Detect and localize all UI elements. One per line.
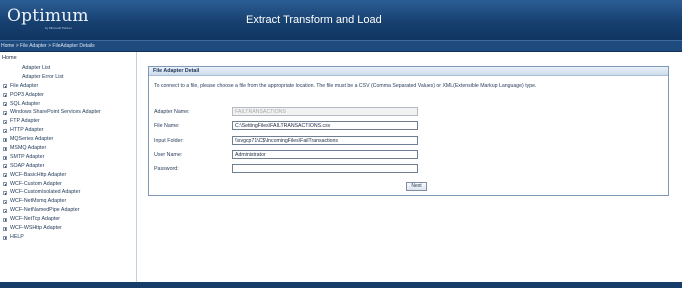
adapter-name-field	[232, 107, 418, 116]
expand-plus-icon[interactable]	[3, 191, 7, 196]
expand-plus-icon[interactable]	[3, 208, 7, 213]
sidebar-item-label: WCF-BasicHttp Adapter	[10, 171, 67, 178]
tree-list: Adapter List Adapter Error List File Adapt…	[0, 64, 137, 242]
sidebar-item[interactable]: FTP Adapter	[0, 117, 137, 126]
expand-plus-icon[interactable]	[3, 111, 7, 116]
sidebar-item-label: WCF-NetNamedPipe Adapter	[10, 207, 80, 214]
sidebar-item-label: SMTP Adapter	[10, 153, 45, 160]
sidebar-item[interactable]: Adapter List	[0, 64, 137, 73]
optimum-logo: Optimum by Microsoft Partner	[7, 6, 89, 31]
sidebar-item[interactable]: WCF-NetMsmq Adapter	[0, 197, 137, 206]
sidebar-item-label: WCF-WSHttp Adapter	[10, 225, 62, 232]
expand-plus-icon[interactable]	[3, 164, 7, 169]
sidebar-item[interactable]: WCF-NetNamedPipe Adapter	[0, 206, 137, 215]
breadcrumb[interactable]: Home > File Adapter > FileAdapter Detail…	[1, 43, 95, 49]
sidebar-item[interactable]: WCF-Custom Adapter	[0, 180, 137, 189]
expand-plus-icon[interactable]	[3, 119, 7, 124]
panel-description: To connect to a file, please choose a fi…	[154, 83, 537, 89]
breadcrumb-bar: Home > File Adapter > FileAdapter Detail…	[0, 40, 682, 52]
file-name-label: File Name:	[154, 122, 180, 129]
sidebar-item[interactable]: HELP	[0, 233, 137, 242]
expand-plus-icon[interactable]	[3, 93, 7, 98]
expand-plus-icon[interactable]	[3, 128, 7, 133]
expand-plus-icon[interactable]	[3, 217, 7, 222]
sidebar-item[interactable]: POP3 Adapter	[0, 91, 137, 100]
sidebar-item[interactable]: SQL Adapter	[0, 100, 137, 109]
sidebar-item[interactable]: Adapter Error List	[0, 73, 137, 82]
sidebar-item[interactable]: File Adapter	[0, 82, 137, 91]
expand-plus-icon[interactable]	[3, 146, 7, 151]
sidebar-item-label: HELP	[10, 233, 24, 240]
sidebar-tree: Home Adapter List Adapter Error List File …	[0, 52, 137, 282]
panel-title: File Adapter Detail	[149, 67, 668, 76]
input-folder-row: Input Folder:	[154, 136, 664, 146]
sidebar-item[interactable]: MSMQ Adapter	[0, 144, 137, 153]
adapter-name-row: Adapter Name:	[154, 107, 664, 117]
expand-plus-icon[interactable]	[3, 102, 7, 107]
sidebar-item-label: WCF-Custom Adapter	[10, 180, 62, 187]
sidebar-item-label: FTP Adapter	[10, 118, 40, 125]
password-row: Password:	[154, 164, 664, 174]
expand-plus-icon[interactable]	[3, 182, 7, 187]
app-header: Optimum by Microsoft Partner Extract Tra…	[0, 0, 682, 40]
input-folder-field[interactable]	[232, 136, 418, 145]
sidebar-item[interactable]: WCF-CustomIsolated Adapter	[0, 188, 137, 197]
file-name-row: File Name:	[154, 121, 664, 131]
user-name-row: User Name:	[154, 150, 664, 160]
sidebar-item[interactable]: Windows SharePoint Services Adapter	[0, 108, 137, 117]
sidebar-item-label: SQL Adapter	[10, 100, 41, 107]
sidebar-item[interactable]: MQSeries Adapter	[0, 135, 137, 144]
expand-plus-icon[interactable]	[3, 173, 7, 178]
file-adapter-detail-panel: File Adapter Detail To connect to a file…	[148, 66, 669, 196]
sidebar-item-label: SOAP Adapter	[10, 162, 45, 169]
sidebar-item-label: File Adapter	[10, 82, 39, 89]
tree-home[interactable]: Home	[2, 55, 17, 61]
sidebar-item[interactable]: WCF-BasicHttp Adapter	[0, 171, 137, 180]
sidebar-item[interactable]: SOAP Adapter	[0, 162, 137, 171]
logo-subtext: by Microsoft Partner	[45, 26, 72, 30]
input-folder-label: Input Folder:	[154, 137, 184, 144]
expand-plus-icon[interactable]	[3, 235, 7, 240]
expand-plus-icon[interactable]	[3, 137, 7, 142]
logo-text: Optimum	[7, 6, 89, 26]
sidebar-item-label: POP3 Adapter	[10, 91, 44, 98]
sidebar-item-label: Adapter List	[22, 65, 51, 71]
sidebar-item-label: MSMQ Adapter	[10, 145, 47, 152]
sidebar-item-label: MQSeries Adapter	[10, 136, 54, 143]
adapter-name-label: Adapter Name:	[154, 108, 190, 115]
user-name-field[interactable]	[232, 150, 418, 159]
next-button[interactable]: Next	[406, 182, 427, 191]
user-name-label: User Name:	[154, 151, 183, 158]
sidebar-item-label: WCF-NetMsmq Adapter	[10, 198, 67, 205]
sidebar-item-label: Adapter Error List	[22, 73, 64, 80]
expand-plus-icon[interactable]	[3, 155, 7, 160]
file-name-field[interactable]	[232, 121, 418, 130]
sidebar-item-label: WCF-CustomIsolated Adapter	[10, 189, 81, 196]
sidebar-item[interactable]: WCF-NetTcp Adapter	[0, 215, 137, 224]
password-label: Password:	[154, 165, 179, 172]
password-field[interactable]	[232, 164, 418, 173]
sidebar-item-label: Windows SharePoint Services Adapter	[10, 109, 101, 116]
expand-plus-icon[interactable]	[3, 199, 7, 204]
app-title: Extract Transform and Load	[246, 14, 382, 26]
sidebar-item-label: HTTP Adapter	[10, 127, 44, 134]
footer-bar	[0, 282, 682, 288]
expand-plus-icon[interactable]	[3, 84, 7, 89]
expand-plus-icon[interactable]	[3, 226, 7, 231]
sidebar-item[interactable]: WCF-WSHttp Adapter	[0, 224, 137, 233]
sidebar-item[interactable]: SMTP Adapter	[0, 153, 137, 162]
sidebar-item[interactable]: HTTP Adapter	[0, 126, 137, 135]
sidebar-item-label: WCF-NetTcp Adapter	[10, 216, 61, 223]
